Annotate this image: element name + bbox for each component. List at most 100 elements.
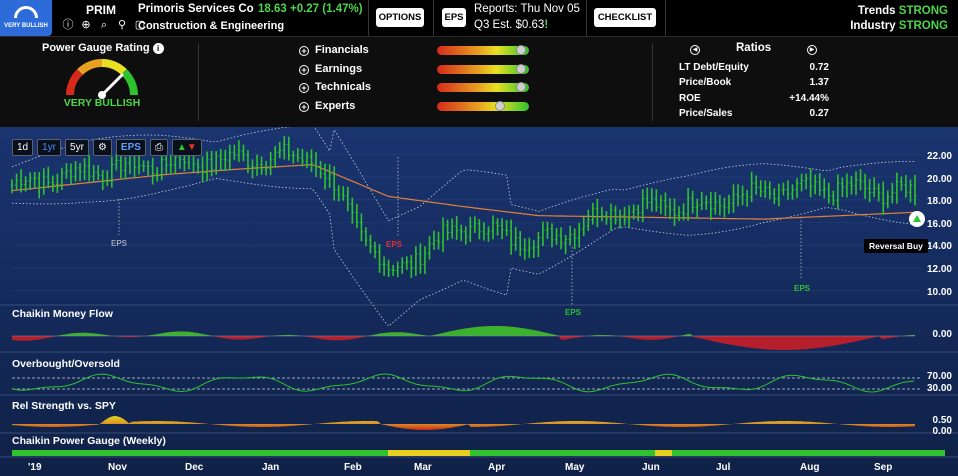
divider <box>665 0 666 37</box>
dashboard-panel: Power Gauge Rating i VERY BULLISH + Finan… <box>0 37 958 127</box>
print-icon[interactable]: ⎙ <box>149 139 168 156</box>
expand-icon[interactable]: + <box>299 102 309 112</box>
ratio-label: Price/Book <box>679 77 732 88</box>
x-axis-label: Aug <box>800 462 820 473</box>
industry-name: Construction & Engineering <box>138 20 285 32</box>
category-technicals[interactable]: + Technicals <box>299 81 371 93</box>
price-quote: 18.63 +0.27 (1.47%) <box>258 3 363 15</box>
checklist-button[interactable]: CHECKLIST <box>594 8 656 27</box>
ratio-row: Price/Sales 0.27 <box>679 108 829 119</box>
options-button[interactable]: OPTIONS <box>376 8 424 27</box>
gauge-needle <box>100 73 124 97</box>
x-axis-label: Sep <box>874 462 893 473</box>
category-label: Technicals <box>315 81 372 93</box>
price-tick-label: 12.00 <box>926 264 952 275</box>
money-flow-label: Chaikin Money Flow <box>12 308 113 320</box>
ratio-value: 0.27 <box>809 108 829 119</box>
divider <box>652 43 653 121</box>
search-icon[interactable]: ⌕ <box>98 19 110 31</box>
price-tick-label: 14.00 <box>926 241 952 252</box>
plus-icon[interactable]: ⊕ <box>80 19 92 31</box>
estimate-text: Q3 Est. $0.63 <box>474 19 545 31</box>
x-axis-label: Jun <box>642 462 660 473</box>
divider <box>433 0 434 37</box>
link-icon[interactable]: ⚲ <box>116 19 128 31</box>
ratio-label: Price/Sales <box>679 108 733 119</box>
expand-icon[interactable]: + <box>299 46 309 56</box>
obos-tick: 70.00 <box>926 371 952 382</box>
earnings-report-date: Reports: Thu Nov 05 <box>474 3 580 15</box>
eps-button[interactable]: EPS <box>442 8 466 27</box>
trends-panel: Trends STRONG Industry STRONG <box>850 4 948 34</box>
power-gauge-weekly-label: Chaikin Power Gauge (Weekly) <box>12 435 166 447</box>
header-icon-row: ⓘ ⊕ ⌕ ⚲ ▢ <box>62 19 146 31</box>
eps-marker-label[interactable]: EPS <box>386 240 402 249</box>
info-icon[interactable]: ⓘ <box>62 19 74 31</box>
ratio-value: 0.72 <box>809 62 829 73</box>
ticker-symbol: PRIM <box>86 3 116 17</box>
eps-marker-label[interactable]: EPS <box>794 284 810 293</box>
timeframe-1d-button[interactable]: 1d <box>12 139 34 156</box>
price-tick-label: 16.00 <box>926 219 952 230</box>
category-financials[interactable]: + Financials <box>299 44 369 56</box>
estimate-arrow-icon: ! <box>544 19 549 31</box>
eps-marker-label[interactable]: EPS <box>565 308 581 317</box>
expand-icon[interactable]: + <box>299 65 309 75</box>
power-gauge-weekly-segment <box>388 450 470 456</box>
range-1yr-button[interactable]: 1yr <box>37 139 62 156</box>
power-gauge-weekly-segment <box>655 450 672 456</box>
up-arrow-icon <box>913 215 921 222</box>
ratio-row: Price/Book 1.37 <box>679 77 829 88</box>
money-flow-tick: 0.00 <box>932 329 952 340</box>
category-experts[interactable]: + Experts <box>299 100 355 112</box>
ratio-label: LT Debt/Equity <box>679 62 749 73</box>
chart-toolbar: 1d 1yr 5yr ⚙ EPS ⎙ ▲▼ <box>12 139 202 156</box>
range-5yr-button[interactable]: 5yr <box>65 139 89 156</box>
company-name: Primoris Services Co <box>138 3 254 15</box>
category-label: Financials <box>315 44 369 56</box>
technicals-rating-bar <box>437 82 529 92</box>
x-axis-label: Dec <box>185 462 204 473</box>
price-tick-label: 10.00 <box>926 287 952 298</box>
obos-tick: 30.00 <box>926 383 952 394</box>
rating-knob <box>515 82 526 92</box>
previous-icon[interactable]: ◀ <box>690 45 700 55</box>
price-tick-label: 20.00 <box>926 174 952 185</box>
x-axis-label: Mar <box>414 462 432 473</box>
power-gauge-weekly-segment <box>470 450 655 456</box>
industry-value: STRONG <box>898 20 948 32</box>
x-axis-label: May <box>565 462 585 473</box>
power-gauge-badge[interactable]: VERY BULLISH <box>0 0 52 36</box>
chart-area[interactable]: 1d 1yr 5yr ⚙ EPS ⎙ ▲▼ 22.00 20.00 18.00 … <box>0 127 958 476</box>
eps-marker-label[interactable]: EPS <box>111 239 127 248</box>
signals-toggle-icon[interactable]: ▲▼ <box>171 139 202 156</box>
rel-strength-tick: 0.50 <box>932 415 952 426</box>
rating-knob <box>515 64 526 74</box>
x-axis-label: Feb <box>344 462 362 473</box>
category-earnings[interactable]: + Earnings <box>299 63 362 75</box>
reversal-buy-icon[interactable] <box>909 211 925 227</box>
ratio-value: +14.44% <box>789 93 829 104</box>
power-gauge-weekly-segment <box>672 450 945 456</box>
divider <box>198 43 199 121</box>
settings-icon[interactable]: ⚙ <box>92 139 112 156</box>
ratio-value: 1.37 <box>809 77 829 88</box>
x-axis-label: Jul <box>716 462 731 473</box>
trends-value: STRONG <box>898 5 948 17</box>
x-axis-label: Nov <box>108 462 127 473</box>
next-icon[interactable]: ▶ <box>807 45 817 55</box>
rel-strength-label: Rel Strength vs. SPY <box>12 400 116 412</box>
earnings-estimate: Q3 Est. $0.63! <box>474 19 548 31</box>
rel-strength-tick: 0.00 <box>932 426 952 437</box>
category-label: Earnings <box>315 63 363 75</box>
info-icon[interactable]: i <box>152 43 164 54</box>
ratio-row: ROE +14.44% <box>679 93 829 104</box>
ratio-label: ROE <box>679 93 701 104</box>
eps-toggle-button[interactable]: EPS <box>115 139 146 156</box>
chart-canvas[interactable] <box>0 127 958 476</box>
x-axis-label: '19 <box>28 462 42 473</box>
power-gauge-dial <box>66 59 138 99</box>
expand-icon[interactable]: + <box>299 83 309 93</box>
x-axis-label: Apr <box>488 462 506 473</box>
header-bar: VERY BULLISH PRIM ⓘ ⊕ ⌕ ⚲ ▢ Primoris Ser… <box>0 0 958 37</box>
